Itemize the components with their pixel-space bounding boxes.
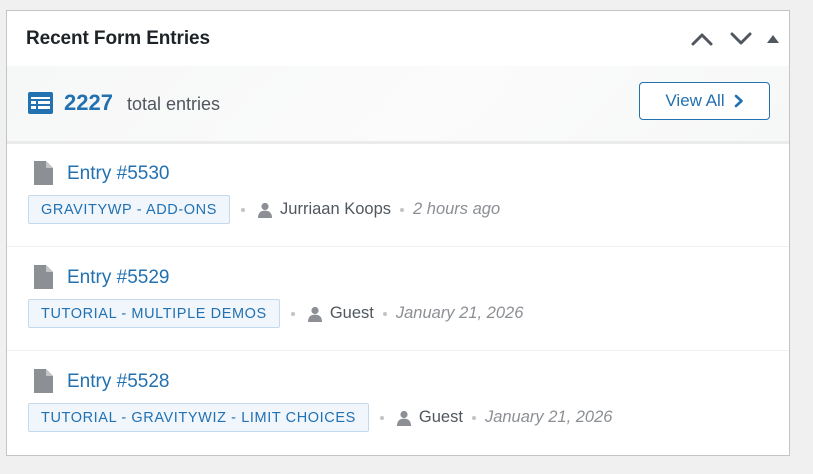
- chevron-down-icon: [730, 32, 752, 45]
- entry-item: Entry #5528 TUTORIAL - GRAVITYWIZ - LIMI…: [7, 351, 789, 455]
- document-icon: [34, 369, 53, 393]
- entries-count: 2227: [64, 90, 113, 115]
- chevron-up-icon: [691, 33, 713, 46]
- entry-meta: GRAVITYWP - ADD-ONS Jurriaan Koops 2 hou…: [28, 195, 500, 224]
- separator-dot: [379, 415, 384, 420]
- widget-controls: [690, 27, 781, 51]
- entry-link[interactable]: Entry #5530: [67, 162, 169, 186]
- view-all-label: View All: [665, 91, 725, 110]
- entry-date: 2 hours ago: [413, 200, 501, 218]
- recent-form-entries-widget: Recent Form Entries 2227 total entries V…: [6, 10, 790, 456]
- move-down-button[interactable]: [729, 27, 753, 51]
- separator-dot: [382, 311, 387, 316]
- separator-dot: [471, 415, 476, 420]
- entry-user: Guest: [418, 408, 463, 426]
- user-icon: [396, 410, 412, 426]
- entries-list: Entry #5530 GRAVITYWP - ADD-ONS Jurriaan…: [7, 143, 789, 455]
- entry-meta: TUTORIAL - MULTIPLE DEMOS Guest January …: [28, 299, 523, 328]
- toggle-panel-button[interactable]: [765, 27, 781, 51]
- view-all-button[interactable]: View All: [639, 82, 770, 120]
- entry-meta: TUTORIAL - GRAVITYWIZ - LIMIT CHOICES Gu…: [28, 403, 612, 432]
- entries-count-label: total entries: [127, 94, 221, 114]
- entry-link[interactable]: Entry #5528: [67, 370, 169, 394]
- chevron-right-icon: [734, 94, 744, 108]
- entry-link[interactable]: Entry #5529: [67, 266, 169, 290]
- widget-header: Recent Form Entries: [7, 11, 789, 66]
- user-icon: [307, 306, 323, 322]
- list-table-icon: [28, 92, 53, 114]
- form-tag[interactable]: TUTORIAL - GRAVITYWIZ - LIMIT CHOICES: [28, 403, 369, 432]
- entry-user: Jurriaan Koops: [280, 200, 392, 218]
- separator-dot: [400, 207, 405, 212]
- triangle-up-icon: [767, 35, 779, 43]
- entry-date: January 21, 2026: [484, 408, 613, 426]
- separator-dot: [290, 311, 295, 316]
- entries-summary: 2227 total entries View All: [7, 66, 789, 144]
- entry-item: Entry #5530 GRAVITYWP - ADD-ONS Jurriaan…: [7, 143, 789, 247]
- entry-date: January 21, 2026: [395, 304, 524, 322]
- form-tag[interactable]: GRAVITYWP - ADD-ONS: [28, 195, 231, 224]
- entry-item: Entry #5529 TUTORIAL - MULTIPLE DEMOS Gu…: [7, 247, 789, 351]
- widget-title: Recent Form Entries: [26, 27, 210, 49]
- entry-user: Guest: [329, 304, 374, 322]
- form-tag[interactable]: TUTORIAL - MULTIPLE DEMOS: [28, 299, 280, 328]
- document-icon: [34, 161, 53, 185]
- user-icon: [257, 202, 273, 218]
- document-icon: [34, 265, 53, 289]
- separator-dot: [241, 207, 246, 212]
- move-up-button[interactable]: [690, 27, 714, 51]
